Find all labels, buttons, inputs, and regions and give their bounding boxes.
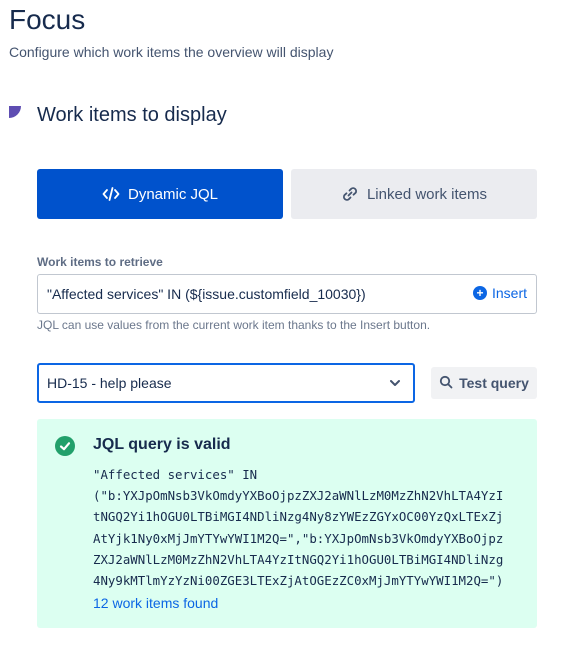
resolved-query-line: ("b:YXJpOmNsb3VkOmdyYXBoOjpzZXJ2aWNlLzM0… bbox=[93, 488, 504, 504]
validation-title: JQL query is valid bbox=[93, 436, 231, 453]
resolved-query-line: ZXJ2aWNlLzM0MzZhN2VhLTA4YzItNGQ2Yi1hOGU0… bbox=[93, 551, 504, 567]
linked-work-items-label: Linked work items bbox=[366, 185, 488, 203]
work-items-found-link[interactable]: 12 work items found bbox=[93, 595, 218, 611]
search-icon bbox=[439, 375, 453, 392]
resolved-query-line: 4Ny9kMTlmYzYzNi00ZGE3LTExZjAtOGEzZC0xMjJ… bbox=[93, 573, 504, 589]
add-circle-icon: + bbox=[472, 286, 487, 300]
test-query-button[interactable]: Test query bbox=[431, 367, 537, 399]
jql-field-label: Work items to retrieve bbox=[37, 255, 163, 269]
resolved-query-line: AtYjk1Ny0xMjJmYTYwYWI1M2Q=","b:YXJpOmNsb… bbox=[93, 530, 504, 546]
dynamic-jql-button[interactable]: Dynamic JQL bbox=[37, 169, 283, 219]
resolved-query-line: tNGQ2Yi1hOGU0LTBiMGI4NDliNzg4Ny8zYWEzZGY… bbox=[93, 509, 504, 525]
section-marker-icon bbox=[9, 106, 21, 118]
insert-label: Insert bbox=[491, 285, 527, 301]
section-title: Work items to display bbox=[37, 104, 227, 126]
resolved-query-line: "Affected services" IN bbox=[93, 467, 258, 482]
work-item-select[interactable]: HD-15 - help please bbox=[37, 363, 415, 403]
jql-input[interactable]: "Affected services" IN (${issue.customfi… bbox=[37, 274, 537, 314]
insert-button[interactable]: + Insert bbox=[472, 285, 527, 301]
chevron-down-icon[interactable] bbox=[387, 375, 403, 391]
jql-input-value[interactable]: "Affected services" IN (${issue.customfi… bbox=[47, 286, 366, 302]
code-icon bbox=[102, 185, 120, 203]
resolved-query: "Affected services" IN ("b:YXJpOmNsb3VkOm… bbox=[93, 464, 523, 591]
validation-result-panel: JQL query is valid "Affected services" I… bbox=[37, 419, 537, 628]
jql-helper-text: JQL can use values from the current work… bbox=[37, 318, 431, 332]
linked-work-items-button[interactable]: Linked work items bbox=[291, 169, 537, 219]
page-title: Focus bbox=[9, 4, 86, 35]
dynamic-jql-label: Dynamic JQL bbox=[127, 185, 219, 203]
link-icon bbox=[341, 185, 359, 203]
test-query-label: Test query bbox=[459, 375, 529, 391]
work-item-select-value: HD-15 - help please bbox=[47, 375, 172, 391]
check-circle-icon bbox=[55, 436, 75, 456]
page-subtitle: Configure which work items the overview … bbox=[9, 44, 334, 60]
